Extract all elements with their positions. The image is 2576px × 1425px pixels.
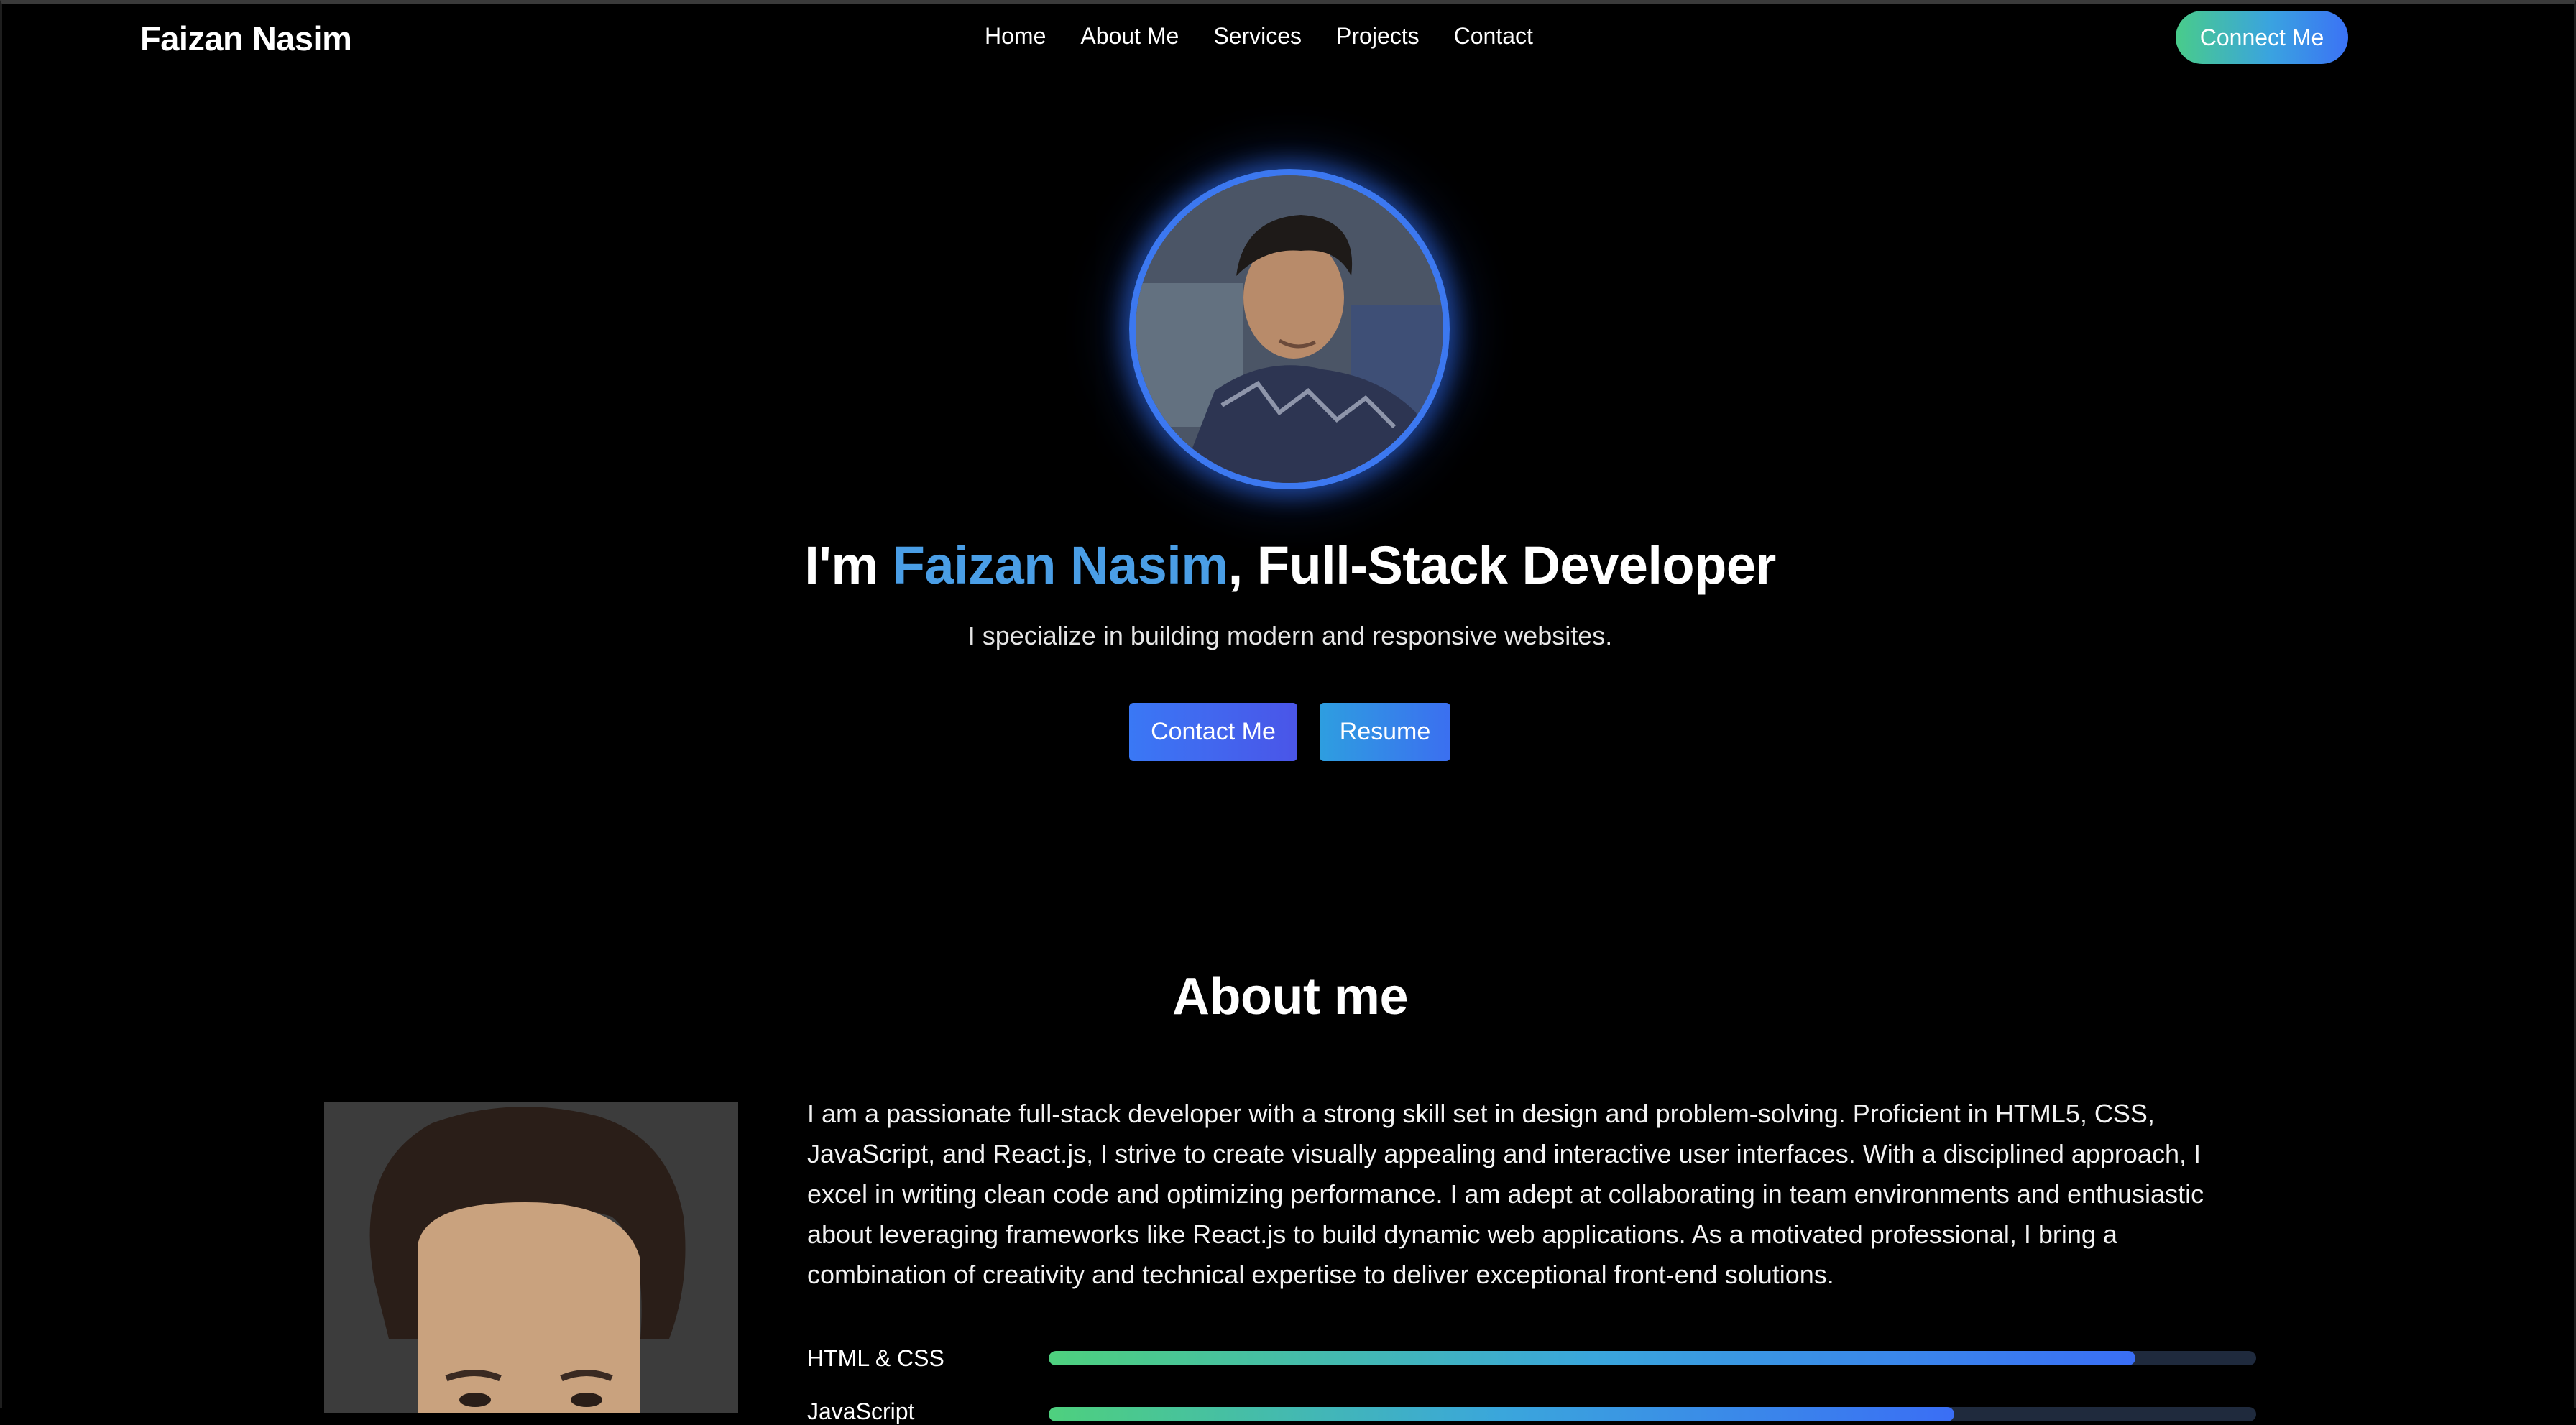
skill-label-html-css: HTML & CSS: [807, 1345, 944, 1371]
skill-label-javascript: JavaScript: [807, 1398, 915, 1424]
avatar-illustration: [1136, 175, 1443, 483]
about-section-title: About me: [1172, 968, 1408, 1025]
nav-contact[interactable]: Contact: [1454, 23, 1533, 50]
portrait-illustration: [324, 1102, 738, 1413]
nav-home[interactable]: Home: [985, 23, 1046, 50]
skill-bar-javascript: [1049, 1407, 2256, 1421]
about-paragraph: I am a passionate full-stack developer w…: [807, 1099, 2204, 1289]
browser-viewport: Faizan Nasim Home About Me Services Proj…: [0, 0, 2576, 1424]
contact-me-button[interactable]: Contact Me: [1129, 703, 1297, 761]
main-nav: Home About Me Services Projects Contact: [985, 23, 1533, 50]
brand-logo[interactable]: Faizan Nasim: [140, 19, 352, 58]
nav-projects[interactable]: Projects: [1336, 23, 1420, 50]
skill-bar-html-css: [1049, 1351, 2256, 1365]
hero-title-prefix: I'm: [804, 535, 893, 595]
hero-title: I'm Faizan Nasim, Full-Stack Developer: [2, 535, 2576, 596]
resume-button[interactable]: Resume: [1320, 703, 1450, 761]
nav-about-me[interactable]: About Me: [1080, 23, 1179, 50]
nav-services[interactable]: Services: [1213, 23, 1302, 50]
hero-title-name: Faizan Nasim: [892, 535, 1228, 595]
hero-subtitle: I specialize in building modern and resp…: [967, 621, 1613, 650]
connect-me-button[interactable]: Connect Me: [2176, 11, 2348, 64]
skill-fill-javascript: [1049, 1407, 1954, 1421]
skill-fill-html-css: [1049, 1351, 2135, 1365]
about-photo: [324, 1102, 738, 1413]
hero-avatar-photo: [1129, 169, 1450, 489]
hero-title-suffix: , Full-Stack Developer: [1228, 535, 1777, 595]
